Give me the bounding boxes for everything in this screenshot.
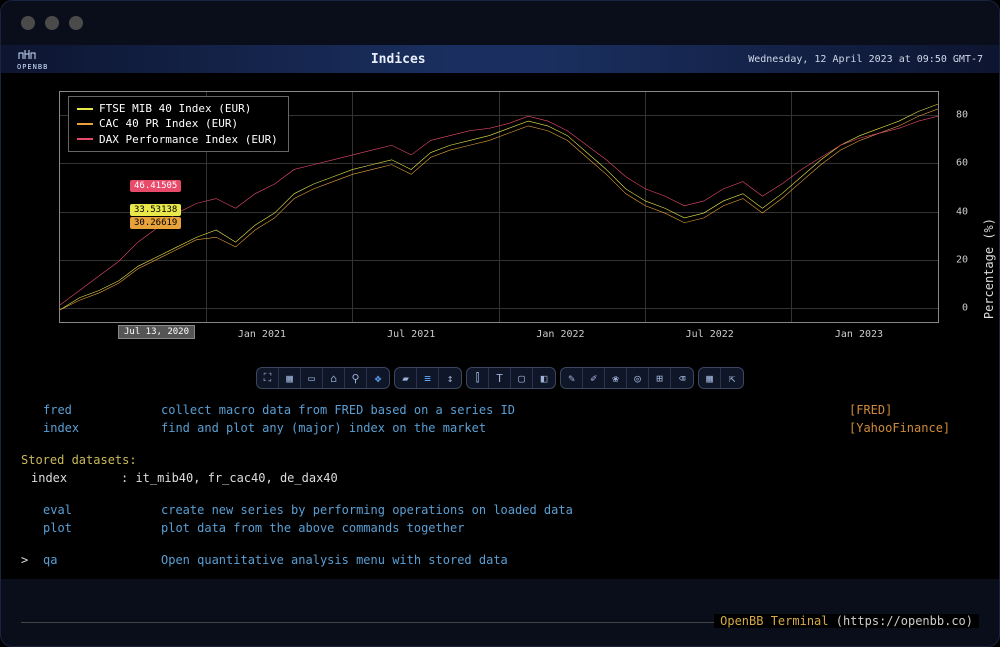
brand-text: OPENBB: [17, 63, 48, 71]
prompt: >: [21, 551, 43, 569]
legend-item[interactable]: DAX Performance Index (EUR): [77, 132, 278, 147]
add-icon[interactable]: ⊞: [649, 368, 671, 388]
brush-icon[interactable]: ✐: [583, 368, 605, 388]
titlebar: [1, 1, 999, 45]
ytick: 0: [962, 303, 968, 314]
footer-url[interactable]: (https://openbb.co): [829, 614, 974, 628]
xtick: Jul 2022: [686, 329, 734, 340]
toolbar-group: ▰≡↕: [394, 367, 462, 389]
color-icon[interactable]: ◧: [533, 368, 555, 388]
grid-icon[interactable]: ▦: [699, 368, 721, 388]
target-icon[interactable]: ◎: [627, 368, 649, 388]
xtick: Jul 2021: [387, 329, 435, 340]
xtick: Jan 2021: [238, 329, 286, 340]
external-icon[interactable]: ⇱: [721, 368, 743, 388]
footer-brand: OpenBB Terminal: [720, 614, 828, 628]
app-window: OPENBB Indices Wednesday, 12 April 2023 …: [0, 0, 1000, 647]
ytick: 60: [956, 158, 968, 169]
stored-head: Stored datasets:: [21, 451, 979, 469]
desc: create new series by performing operatio…: [161, 501, 979, 519]
stored-val: : it_mib40, fr_cac40, de_dax40: [121, 469, 979, 487]
brand-logo: OPENBB: [17, 48, 48, 71]
text-icon[interactable]: T: [489, 368, 511, 388]
desc: collect macro data from FRED based on a …: [161, 401, 849, 419]
desc: find and plot any (major) index on the m…: [161, 419, 849, 437]
y-axis-label: Percentage (%): [982, 218, 996, 319]
legend-label: CAC 40 PR Index (EUR): [99, 116, 238, 131]
logo-icon: [18, 48, 48, 62]
toolbar-group: ⫿T▢◧: [466, 367, 556, 389]
cmd-qa[interactable]: qa: [43, 551, 161, 569]
minus-icon[interactable]: ▭: [301, 368, 323, 388]
leaf1-icon[interactable]: ✎: [561, 368, 583, 388]
legend-label: DAX Performance Index (EUR): [99, 132, 278, 147]
hover-label-cac: 30.26619: [130, 217, 181, 229]
xtick: Jan 2023: [835, 329, 883, 340]
legend-swatch: [77, 123, 93, 125]
ytick: 40: [956, 206, 968, 217]
hover-label-ftse: 33.53138: [130, 204, 181, 216]
home-icon[interactable]: ⌂: [323, 368, 345, 388]
chart-toolbar: ⛶▦▭⌂⚲✥▰≡↕⫿T▢◧✎✐❀◎⊞⌫▦⇱: [1, 363, 999, 397]
lines-icon[interactable]: ≡: [417, 368, 439, 388]
legend-item[interactable]: CAC 40 PR Index (EUR): [77, 116, 278, 131]
hover-x-label: Jul 13, 2020: [118, 325, 195, 339]
toolbar-group: ▦⇱: [698, 367, 744, 389]
toolbar-group: ⛶▦▭⌂⚲✥: [256, 367, 390, 389]
legend-swatch: [77, 138, 93, 140]
plot-box[interactable]: FTSE MIB 40 Index (EUR)CAC 40 PR Index (…: [59, 91, 939, 323]
maximize-dot[interactable]: [69, 16, 83, 30]
legend-label: FTSE MIB 40 Index (EUR): [99, 101, 251, 116]
move-icon[interactable]: ✥: [367, 368, 389, 388]
desc: plot data from the above commands togeth…: [161, 519, 979, 537]
tag-icon[interactable]: ▰: [395, 368, 417, 388]
ytick: 20: [956, 254, 968, 265]
header-bar: OPENBB Indices Wednesday, 12 April 2023 …: [1, 45, 999, 73]
chart-area[interactable]: FTSE MIB 40 Index (EUR)CAC 40 PR Index (…: [1, 73, 999, 363]
header-datetime: Wednesday, 12 April 2023 at 09:50 GMT-7: [748, 54, 983, 65]
cmd-plot[interactable]: plot: [21, 519, 161, 537]
cmd-index[interactable]: index: [21, 419, 161, 437]
close-dot[interactable]: [21, 16, 35, 30]
src: [FRED]: [849, 401, 979, 419]
delete-icon[interactable]: ⌫: [671, 368, 693, 388]
cmd-eval[interactable]: eval: [21, 501, 161, 519]
xtick: Jan 2022: [536, 329, 584, 340]
ruler-icon[interactable]: ↕: [439, 368, 461, 388]
hover-label-dax: 46.41505: [130, 180, 181, 192]
footer: OpenBB Terminal (https://openbb.co): [21, 622, 979, 628]
toolbar-group: ✎✐❀◎⊞⌫: [560, 367, 694, 389]
ytick: 80: [956, 110, 968, 121]
chart-legend: FTSE MIB 40 Index (EUR)CAC 40 PR Index (…: [68, 96, 289, 152]
minimize-dot[interactable]: [45, 16, 59, 30]
cmd-fred[interactable]: fred: [21, 401, 161, 419]
leaf2-icon[interactable]: ❀: [605, 368, 627, 388]
legend-swatch: [77, 108, 93, 110]
desc: Open quantitative analysis menu with sto…: [161, 551, 979, 569]
src: [YahooFinance]: [849, 419, 979, 437]
plus-icon[interactable]: ▦: [279, 368, 301, 388]
chart-icon[interactable]: ⫿: [467, 368, 489, 388]
expand-icon[interactable]: ⛶: [257, 368, 279, 388]
legend-item[interactable]: FTSE MIB 40 Index (EUR): [77, 101, 278, 116]
page-title: Indices: [371, 52, 426, 67]
search-icon[interactable]: ⚲: [345, 368, 367, 388]
terminal-output: fred collect macro data from FRED based …: [1, 397, 999, 579]
rect-icon[interactable]: ▢: [511, 368, 533, 388]
